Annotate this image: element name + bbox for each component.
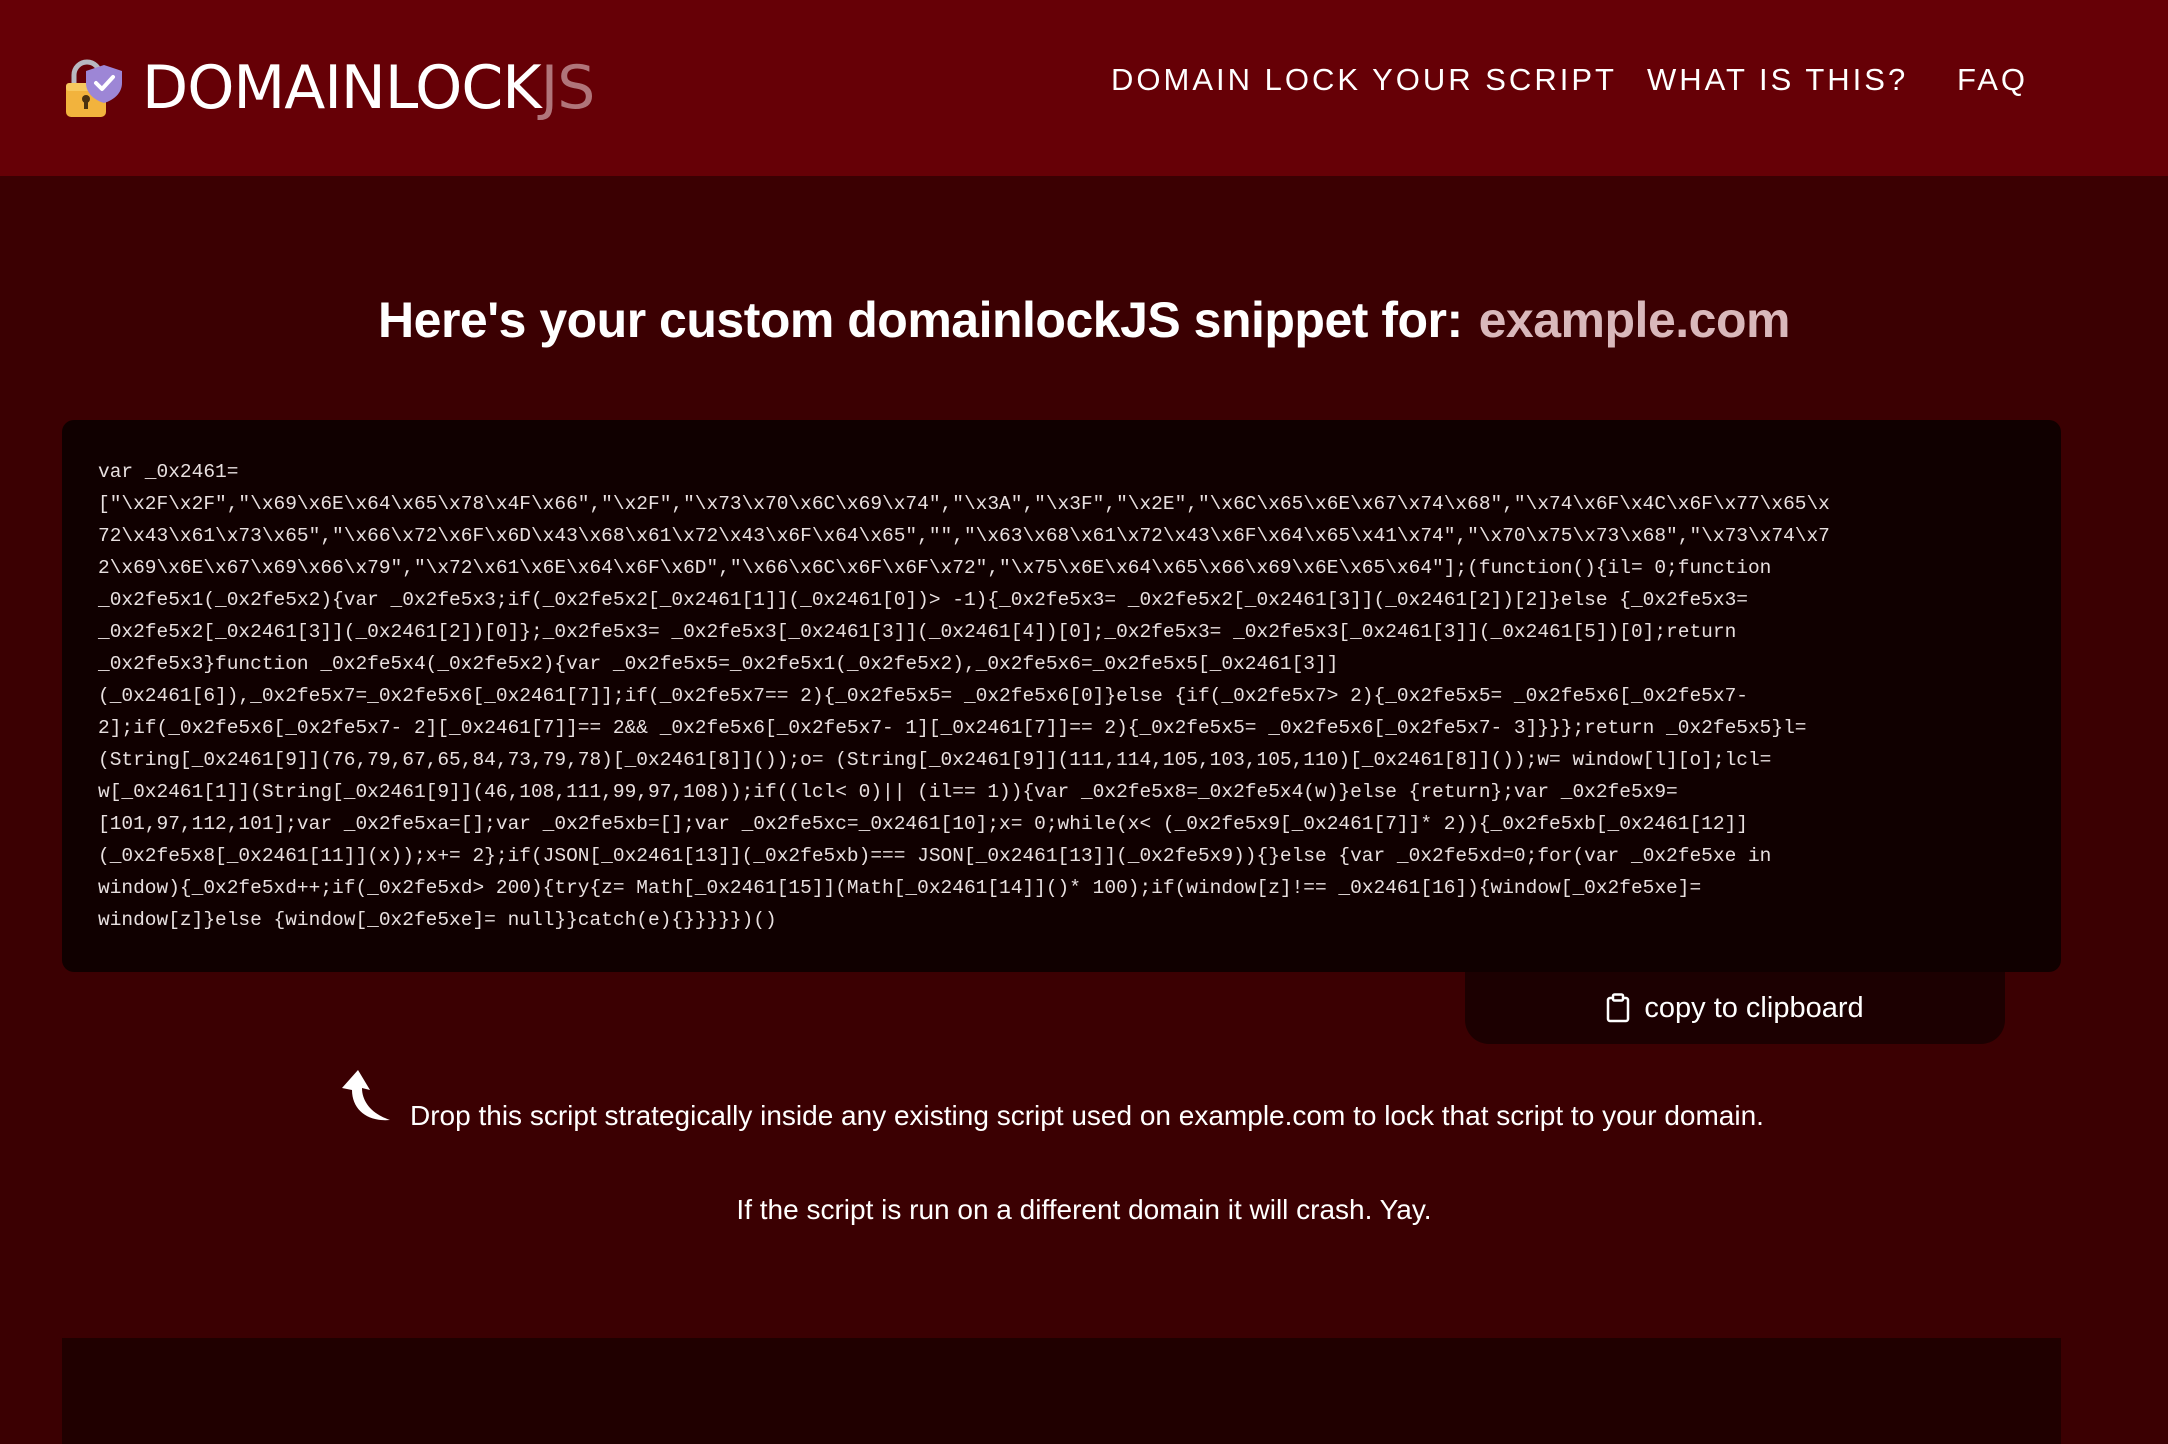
drop-instruction: Drop this script strategically inside an… xyxy=(0,1060,2168,1131)
bottom-panel xyxy=(62,1338,2061,1444)
nav-faq[interactable]: FAQ xyxy=(1957,60,2028,100)
copy-to-clipboard-button[interactable]: copy to clipboard xyxy=(1465,972,2005,1044)
site-logo[interactable]: DOMAINLOCKJS xyxy=(60,52,595,124)
lock-shield-icon xyxy=(66,59,122,117)
logo-text: DOMAINLOCKJS xyxy=(142,58,595,118)
page-title-domain: example.com xyxy=(1478,292,1791,348)
drop-instruction-text: Drop this script strategically inside an… xyxy=(410,1100,1764,1131)
page-title-text: Here's your custom domainlockJS snippet … xyxy=(378,292,1463,348)
nav-domain-lock-your-script[interactable]: DOMAIN LOCK YOUR SCRIPT xyxy=(1111,60,1617,100)
crash-note: If the script is run on a different doma… xyxy=(736,1194,1432,1225)
curved-arrow-up-icon xyxy=(342,1070,390,1121)
page-title: Here's your custom domainlockJS snippet … xyxy=(0,288,2168,352)
code-snippet[interactable]: var _0x2461= ["\x2F\x2F","\x69\x6E\x64\x… xyxy=(98,456,2028,936)
clipboard-icon xyxy=(1607,993,1630,1023)
nav-what-is-this[interactable]: WHAT IS THIS? xyxy=(1647,60,1908,100)
site-header: DOMAINLOCKJS DOMAIN LOCK YOUR SCRIPT WHA… xyxy=(0,0,2168,176)
copy-button-label: copy to clipboard xyxy=(1644,991,1864,1024)
logo-text-main: DOMAINLOCK xyxy=(142,53,542,123)
logo-text-suffix: JS xyxy=(540,53,596,123)
code-snippet-panel: var _0x2461= ["\x2F\x2F","\x69\x6E\x64\x… xyxy=(62,420,2061,972)
